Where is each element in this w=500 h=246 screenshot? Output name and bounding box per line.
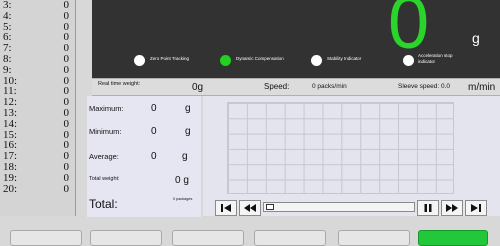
bottom-button-start[interactable] [418, 230, 488, 246]
weight-chart-grid [227, 102, 454, 194]
index-row-label: 14: [3, 117, 18, 130]
dynamic-compensation-indicator-icon [220, 55, 231, 66]
acceleration-stop-indicator-icon [403, 55, 414, 66]
acceleration-stop-label: Acceleration stop indicator [418, 53, 453, 64]
index-row-label: 19: [3, 171, 18, 184]
current-weight-unit: g [472, 30, 480, 46]
index-row-value: 0 [63, 182, 70, 195]
total-value: 0 packages [173, 197, 193, 201]
bottom-button-5[interactable] [338, 230, 410, 246]
skip-to-end-button[interactable] [465, 200, 487, 216]
index-row-value: 0 [63, 117, 70, 130]
bottom-button-4[interactable] [254, 230, 326, 246]
skip-to-start-button[interactable] [215, 200, 237, 216]
average-label: Average: [89, 152, 119, 161]
index-row-value: 0 [63, 9, 70, 22]
index-row-label: 4: [3, 9, 12, 22]
rewind-icon [244, 204, 256, 212]
fast-forward-button[interactable] [441, 200, 463, 216]
maximum-label: Maximum: [89, 104, 124, 113]
minimum-value: 0 [151, 126, 157, 137]
sleeve-speed-label: Sleeve speed: 0.0 [398, 83, 451, 90]
playback-timeline[interactable] [263, 202, 415, 212]
index-row-value: 0 [63, 171, 70, 184]
pause-icon [424, 204, 432, 212]
skip-to-end-icon [471, 204, 481, 212]
fast-forward-icon [446, 204, 458, 212]
bottom-button-2[interactable] [90, 230, 162, 246]
zero-tracking-indicator-icon [134, 55, 145, 66]
index-row-label: 20: [3, 182, 18, 195]
index-row: 19: 0 [0, 171, 75, 184]
weight-chart-panel [203, 96, 500, 216]
index-row: 9: 0 [0, 63, 75, 76]
skip-to-start-icon [221, 204, 231, 212]
total-label: Total: [89, 197, 118, 211]
status-bar: Real time weight: 0g Speed: 0 packs/min … [92, 78, 500, 96]
bottom-button-1[interactable] [10, 230, 82, 246]
minimum-unit: g [185, 126, 191, 137]
index-row: 14: 0 [0, 117, 75, 130]
bottom-button-3[interactable] [172, 230, 244, 246]
rewind-button[interactable] [239, 200, 261, 216]
stability-indicator-icon [311, 55, 322, 66]
maximum-value: 0 [151, 103, 157, 114]
weight-display: 0 g Zero Point Tracking Dynamic Compensa… [92, 0, 500, 78]
stability-indicator-label: Stability Indicator [327, 56, 362, 61]
pause-button[interactable] [417, 200, 439, 216]
index-row-value: 0 [63, 63, 70, 76]
statistics-panel: Maximum: 0 g Minimum: 0 g Average: 0 g T… [87, 96, 201, 217]
index-row-label: 9: [3, 63, 12, 76]
index-row: 4: 0 [0, 9, 75, 22]
dynamic-compensation-label: Dynamic Compensation [236, 56, 284, 61]
current-weight: 0 [388, 0, 430, 64]
realtime-weight-label: Real time weight: [98, 81, 141, 87]
total-weight-label: Total weight: [89, 176, 120, 182]
index-row: 20: 0 [0, 182, 75, 195]
timeline-thumb[interactable] [266, 204, 274, 210]
speed-label: Speed: [264, 82, 290, 91]
zero-tracking-label: Zero Point Tracking [150, 56, 190, 61]
average-unit: g [182, 151, 188, 162]
average-value: 0 [151, 151, 157, 162]
maximum-unit: g [185, 103, 191, 114]
index-list: 3: 0 4: 0 5: 0 6: 0 7: 0 8: 0 9: 0 10: 0 11: 0 12: 0 13: 0 14:… [0, 0, 76, 216]
speed-value: 0 packs/min [312, 83, 347, 90]
total-weight-value: 0 g [175, 175, 189, 186]
minimum-label: Minimum: [89, 127, 122, 136]
realtime-weight-value: 0g [192, 82, 204, 93]
sleeve-speed-unit: m/min [468, 82, 496, 93]
